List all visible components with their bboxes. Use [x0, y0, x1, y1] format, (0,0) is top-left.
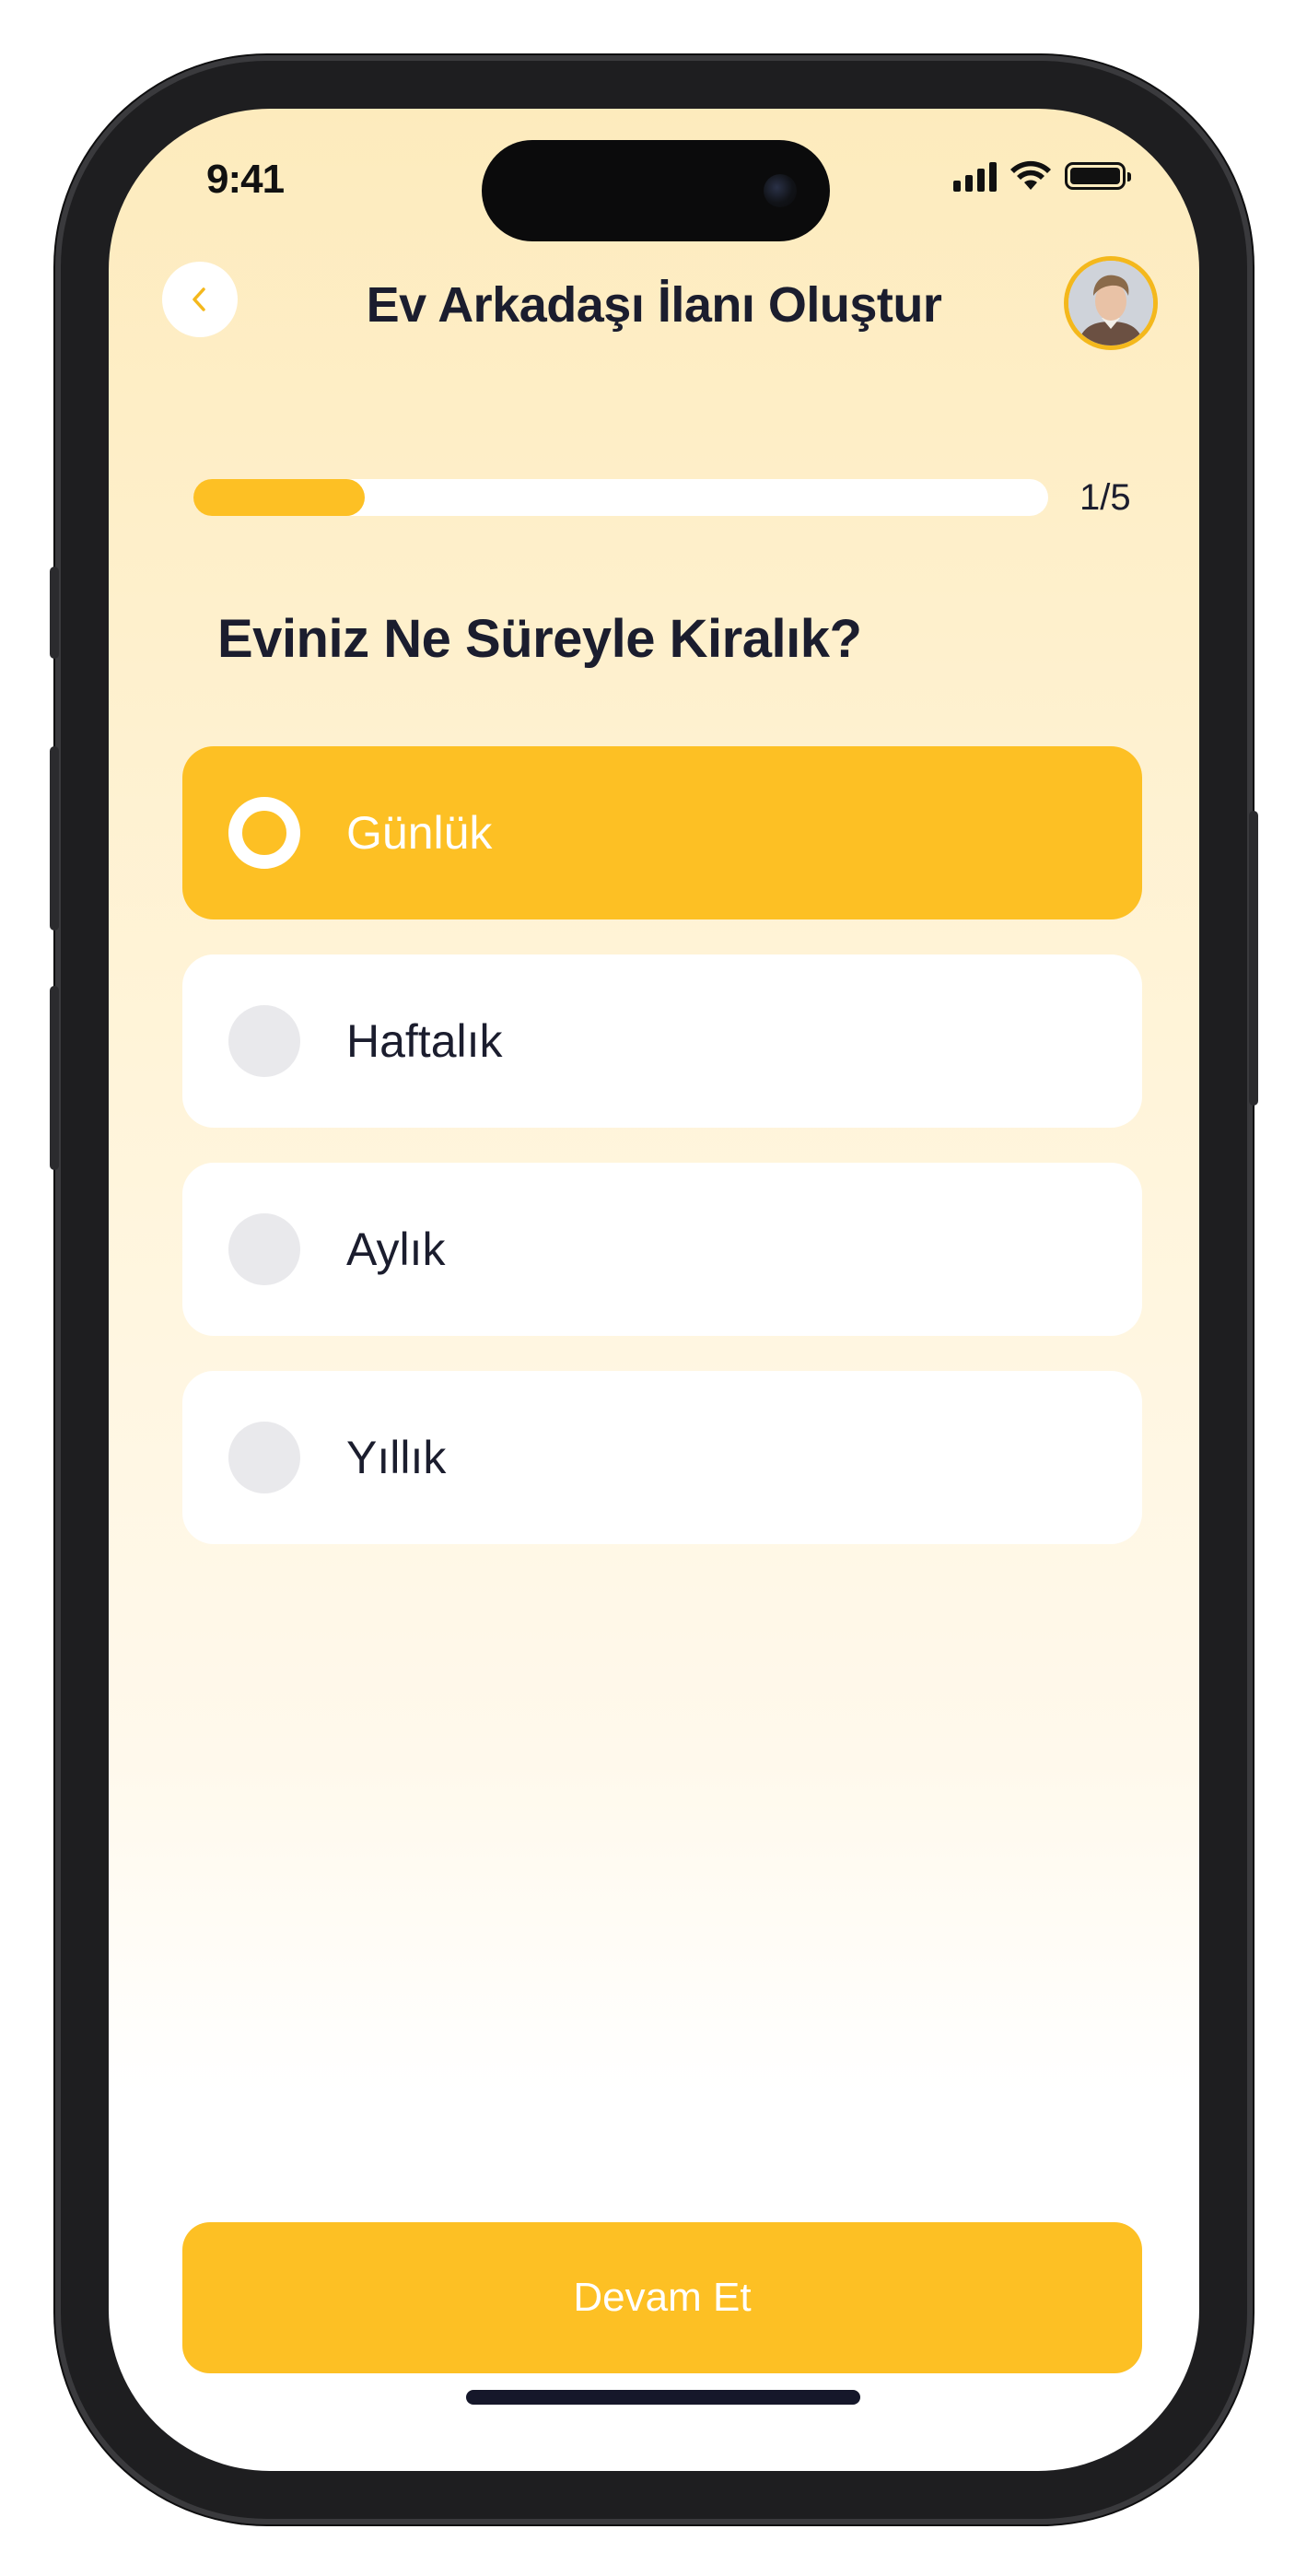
- progress-bar: [193, 479, 1048, 516]
- question-title: Eviniz Ne Süreyle Kiralık?: [217, 609, 862, 669]
- option-label: Aylık: [346, 1224, 446, 1275]
- wifi-icon: [1010, 160, 1051, 190]
- battery-icon: [1065, 162, 1131, 190]
- camera-icon: [764, 174, 797, 207]
- power-button: [1249, 811, 1258, 1106]
- progress-fill: [193, 479, 365, 516]
- dynamic-island: [482, 140, 830, 241]
- progress-label: 1/5: [1079, 477, 1131, 518]
- status-time: 9:41: [206, 157, 285, 202]
- page-title: Ev Arkadaşı İlanı Oluştur: [366, 277, 942, 333]
- option-label: Haftalık: [346, 1015, 503, 1067]
- option-monthly[interactable]: Aylık: [182, 1163, 1142, 1336]
- radio-icon: [228, 1422, 300, 1493]
- volume-up-button: [50, 746, 59, 931]
- option-daily[interactable]: Günlük: [182, 746, 1142, 919]
- radio-icon: [228, 1213, 300, 1285]
- option-yearly[interactable]: Yıllık: [182, 1371, 1142, 1544]
- cellular-signal-icon: [953, 160, 997, 192]
- back-button[interactable]: [162, 262, 238, 337]
- option-label: Yıllık: [346, 1432, 447, 1483]
- avatar[interactable]: [1064, 256, 1158, 350]
- user-avatar-icon: [1068, 261, 1153, 345]
- chevron-left-icon: [193, 287, 205, 311]
- option-label: Günlük: [346, 807, 493, 859]
- radio-icon: [228, 797, 300, 869]
- option-weekly[interactable]: Haftalık: [182, 954, 1142, 1128]
- continue-button[interactable]: Devam Et: [182, 2222, 1142, 2373]
- action-button: [50, 567, 59, 659]
- option-list: Günlük Haftalık Aylık Yıllık: [182, 746, 1142, 1579]
- status-icons: [953, 160, 1131, 192]
- screen: 9:41 Ev Arkadaşı İlanı Oluştur 1/5 Evini…: [109, 109, 1199, 2471]
- radio-icon: [228, 1005, 300, 1077]
- volume-down-button: [50, 986, 59, 1170]
- home-indicator: [466, 2390, 860, 2405]
